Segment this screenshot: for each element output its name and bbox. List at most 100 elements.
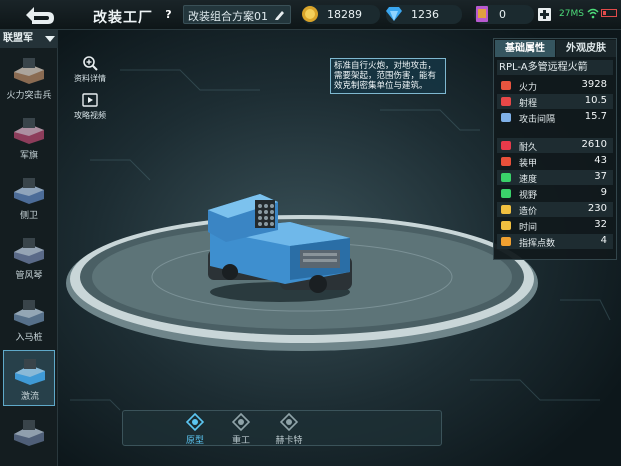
sidebar-unit-item[interactable]: 管风琴 — [3, 230, 55, 286]
detail-link-label: 资料详情 — [74, 74, 106, 83]
sidebar-unit-item[interactable]: 侧卫 — [3, 170, 55, 226]
diamond-value: 1236 — [411, 8, 439, 21]
diamond-icon — [386, 7, 402, 21]
stat-value: 43 — [594, 155, 607, 166]
pencil-icon[interactable] — [274, 8, 286, 21]
stat-label: 火力 — [519, 83, 538, 93]
unit-thumbnail-icon — [14, 300, 44, 326]
tab-skins[interactable]: 外观皮肤 — [556, 40, 616, 57]
unit-description: 标准自行火炮，对地攻击，需要架起，范围伤害，能有效克制密集单位与建筑。 — [330, 58, 446, 94]
unit-thumbnail-icon — [15, 359, 45, 385]
variant-label: 原型 — [185, 436, 204, 446]
detail-link[interactable]: 资料详情 — [72, 55, 106, 93]
stat-value: 4 — [600, 235, 607, 246]
cost-icon — [501, 205, 511, 214]
stat-row: 射程 10.5 — [497, 94, 613, 109]
stat-row: 耐久 2610 — [497, 138, 613, 153]
variant-emblem-icon — [232, 413, 250, 431]
variant-emblem-icon — [280, 413, 298, 431]
add-currency-button[interactable] — [538, 8, 551, 21]
card-value: 0 — [499, 8, 506, 21]
stat-label: 速度 — [519, 175, 538, 185]
stat-row: 速度 37 — [497, 170, 613, 185]
unit-thumbnail-icon — [14, 238, 44, 264]
gold-coin-icon — [302, 6, 318, 22]
battery-icon — [601, 9, 617, 17]
stat-label: 指挥点数 — [519, 239, 556, 249]
variant-bar: 原型 重工 赫卡特 — [122, 410, 442, 446]
stats-panel: 基础属性 外观皮肤 RPL-A多管远程火箭 火力 3928 射程 10.5 攻击间隔 15… — [493, 38, 617, 260]
guide-video-link[interactable]: 攻略视频 — [72, 92, 106, 130]
vision-icon — [501, 189, 511, 198]
sidebar-unit-label: 侧卫 — [19, 211, 38, 221]
variant-option[interactable]: 原型 — [175, 413, 215, 446]
firepower-icon — [501, 81, 511, 90]
stat-row: 时间 32 — [497, 218, 613, 233]
tab-basic-attributes[interactable]: 基础属性 — [495, 40, 555, 57]
stat-value: 2610 — [581, 139, 607, 150]
stat-label: 视野 — [519, 191, 538, 201]
variant-label: 重工 — [231, 436, 250, 446]
unit-description-text: 标准自行火炮，对地攻击，需要架起，范围伤害，能有效克制密集单位与建筑。 — [334, 61, 437, 91]
variant-option[interactable]: 赫卡特 — [269, 413, 309, 446]
stat-label: 耐久 — [519, 143, 538, 153]
stat-label: 造价 — [519, 207, 538, 217]
zoom-in-icon — [83, 56, 98, 71]
heart-icon — [501, 141, 511, 150]
stat-label: 时间 — [519, 223, 538, 233]
variant-label: 赫卡特 — [275, 436, 303, 446]
unit-thumbnail-icon — [14, 58, 44, 84]
help-icon[interactable]: ? — [162, 8, 175, 21]
faction-selector[interactable]: 联盟军 — [0, 30, 58, 48]
page-title: 改装工厂 — [93, 10, 153, 26]
stat-value: 15.7 — [584, 111, 607, 122]
armor-icon — [501, 157, 511, 166]
time-icon — [501, 221, 511, 230]
unit-model-rocket-launcher — [208, 194, 352, 302]
unit-thumbnail-icon — [14, 178, 44, 204]
stat-value: 10.5 — [584, 95, 607, 106]
stat-value: 32 — [594, 219, 607, 230]
sidebar-unit-label: 管风琴 — [15, 271, 43, 281]
sidebar-unit-label: 入马桩 — [15, 333, 43, 343]
stat-row: 装甲 43 — [497, 154, 613, 169]
back-arrow-icon — [26, 7, 54, 24]
unit-thumbnail-icon — [14, 420, 44, 446]
unit-sidebar: 联盟军 火力突击兵军旗侧卫管风琴入马桩激流 — [0, 30, 58, 466]
gold-counter: 18289 — [302, 5, 380, 24]
sidebar-unit-label: 火力突击兵 — [6, 91, 52, 101]
sidebar-unit-item[interactable]: 激流 — [3, 350, 55, 406]
sidebar-unit-item[interactable] — [3, 412, 55, 466]
stat-row: 攻击间隔 15.7 — [497, 110, 613, 125]
stat-row: 火力 3928 — [497, 78, 613, 93]
back-button[interactable] — [20, 2, 58, 28]
card-icon — [476, 6, 488, 22]
stat-label: 攻击间隔 — [519, 115, 556, 125]
stat-label: 射程 — [519, 99, 538, 109]
stat-row: 指挥点数 4 — [497, 234, 613, 249]
stat-label: 装甲 — [519, 159, 538, 169]
chevron-down-icon — [45, 36, 55, 42]
wifi-icon — [587, 8, 599, 19]
stat-value: 37 — [594, 171, 607, 182]
card-counter: 0 — [474, 5, 534, 24]
hourglass-icon — [501, 113, 511, 122]
ping-indicator: 27MS — [559, 9, 584, 19]
gold-value: 18289 — [327, 8, 362, 21]
play-video-icon — [82, 93, 98, 107]
variant-option[interactable]: 重工 — [221, 413, 261, 446]
top-bar: 改装工厂 ? 改装组合方案01 18289 1236 0 27MS — [0, 0, 621, 30]
sidebar-unit-item[interactable]: 入马桩 — [3, 292, 55, 348]
sidebar-unit-item[interactable]: 军旗 — [3, 110, 55, 166]
speed-icon — [501, 173, 511, 182]
unit-thumbnail-icon — [14, 118, 44, 144]
scheme-name: 改装组合方案01 — [188, 10, 268, 23]
scheme-selector[interactable]: 改装组合方案01 — [183, 5, 291, 24]
faction-label: 联盟军 — [3, 33, 33, 44]
sidebar-unit-item[interactable]: 火力突击兵 — [3, 50, 55, 106]
sidebar-unit-label: 军旗 — [19, 151, 38, 161]
stat-row: 视野 9 — [497, 186, 613, 201]
stat-value: 230 — [587, 203, 607, 214]
stat-value: 3928 — [581, 79, 607, 90]
variant-emblem-icon — [186, 413, 204, 431]
